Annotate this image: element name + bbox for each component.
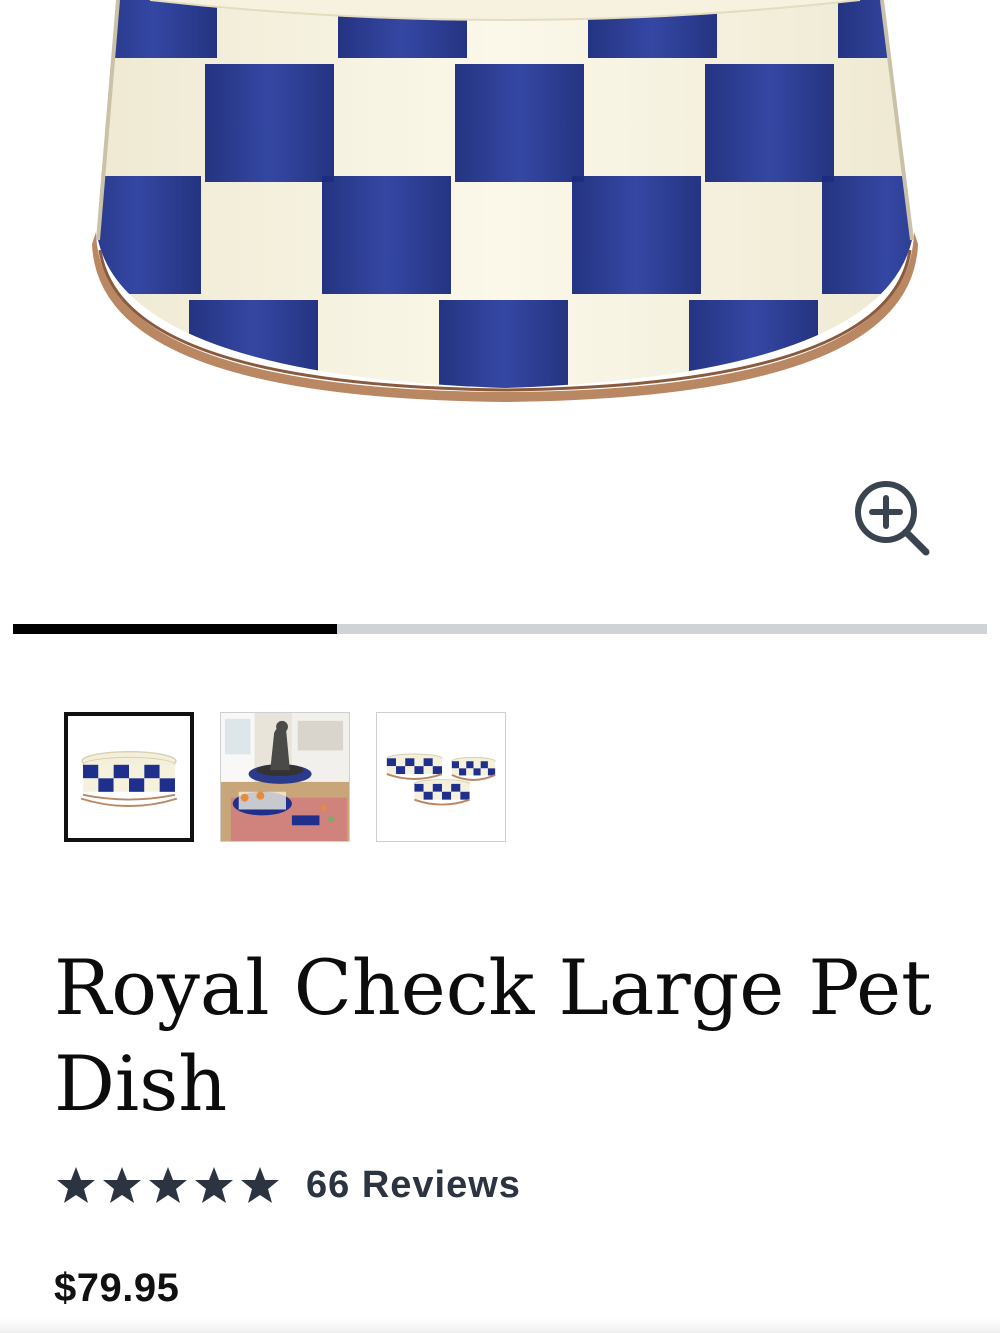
pet-dish-image <box>92 0 918 402</box>
star-icon <box>149 1167 187 1203</box>
product-price: $79.95 <box>54 1266 180 1310</box>
reviews-link[interactable]: 66 Reviews <box>306 1164 521 1207</box>
gallery-progress-fill <box>13 624 338 634</box>
product-rating[interactable]: 66 Reviews <box>56 1160 521 1210</box>
thumbnail-lifestyle-image <box>221 713 349 841</box>
thumbnail-1[interactable] <box>64 712 194 842</box>
gallery-progress-bar <box>13 624 987 634</box>
product-main-image[interactable] <box>0 0 1000 600</box>
star-icon <box>103 1167 141 1203</box>
zoom-in-button[interactable] <box>852 478 932 558</box>
zoom-in-icon <box>855 481 930 556</box>
star-icon <box>195 1167 233 1203</box>
rating-stars <box>56 1165 280 1205</box>
thumbnail-strip <box>64 712 506 844</box>
star-icon <box>241 1167 279 1203</box>
thumbnail-2[interactable] <box>220 712 350 842</box>
thumbnail-3[interactable] <box>376 712 506 842</box>
product-title: Royal Check Large Pet Dish <box>54 943 932 1128</box>
thumbnail-dish-set-image <box>386 753 496 806</box>
star-icon <box>57 1167 95 1203</box>
thumbnail-dish-image <box>80 750 178 808</box>
bottom-edge <box>0 1318 1000 1333</box>
